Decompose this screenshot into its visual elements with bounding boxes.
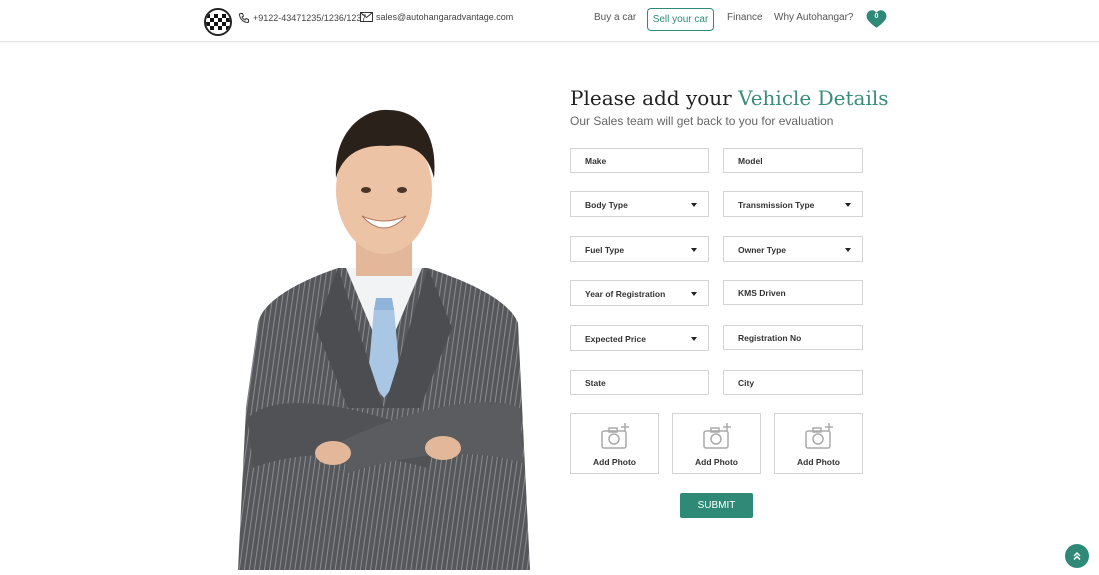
- caret-down-icon: [691, 337, 697, 341]
- email-contact[interactable]: sales@autohangaradvantage.com: [360, 12, 513, 22]
- transmission-type-label: Transmission Type: [738, 200, 815, 210]
- scroll-to-top-button[interactable]: [1065, 544, 1089, 568]
- form-title: Please add your Vehicle Details: [570, 86, 889, 110]
- registration-no-input[interactable]: Registration No: [723, 325, 863, 350]
- caret-down-icon: [845, 203, 851, 207]
- kms-driven-placeholder: KMS Driven: [738, 288, 786, 298]
- logo-icon[interactable]: [204, 8, 232, 36]
- body-type-select[interactable]: Body Type: [570, 191, 709, 217]
- caret-down-icon: [691, 248, 697, 252]
- nav-why-autohangar[interactable]: Why Autohangar?: [774, 12, 854, 23]
- add-photo-button[interactable]: Add Photo: [570, 413, 659, 474]
- make-placeholder: Make: [585, 156, 607, 166]
- add-photo-label: Add Photo: [695, 457, 738, 467]
- form-title-accent: Vehicle Details: [738, 86, 889, 110]
- transmission-type-select[interactable]: Transmission Type: [723, 191, 863, 217]
- site-header: +9122-43471235/1236/1237 sales@autohanga…: [0, 0, 1099, 42]
- expected-price-label: Expected Price: [585, 334, 646, 344]
- phone-contact[interactable]: +9122-43471235/1236/1237: [238, 12, 366, 24]
- phone-icon: [238, 12, 250, 24]
- add-photo-button[interactable]: Add Photo: [774, 413, 863, 474]
- mail-icon: [360, 12, 373, 22]
- expected-price-select[interactable]: Expected Price: [570, 325, 709, 351]
- model-input[interactable]: Model: [723, 148, 863, 173]
- owner-type-label: Owner Type: [738, 245, 787, 255]
- year-of-registration-label: Year of Registration: [585, 289, 666, 299]
- make-input[interactable]: Make: [570, 148, 709, 173]
- wishlist-count: 0: [874, 13, 879, 20]
- kms-driven-input[interactable]: KMS Driven: [723, 280, 863, 305]
- fuel-type-select[interactable]: Fuel Type: [570, 236, 709, 262]
- wishlist-button[interactable]: 0: [866, 9, 887, 29]
- phone-number: +9122-43471235/1236/1237: [253, 13, 367, 23]
- caret-down-icon: [691, 203, 697, 207]
- state-placeholder: State: [585, 378, 606, 388]
- add-photo-label: Add Photo: [797, 457, 840, 467]
- salesman-image: [238, 108, 530, 570]
- year-of-registration-select[interactable]: Year of Registration: [570, 280, 709, 306]
- nav-sell-your-car[interactable]: Sell your car: [647, 8, 714, 31]
- add-photo-label: Add Photo: [593, 457, 636, 467]
- caret-down-icon: [691, 292, 697, 296]
- chevron-up-icon: [1073, 551, 1081, 561]
- owner-type-select[interactable]: Owner Type: [723, 236, 863, 262]
- camera-add-icon: [703, 422, 733, 455]
- nav-buy-a-car[interactable]: Buy a car: [594, 12, 636, 23]
- nav-finance[interactable]: Finance: [727, 12, 763, 23]
- add-photo-button[interactable]: Add Photo: [672, 413, 761, 474]
- state-input[interactable]: State: [570, 370, 709, 395]
- camera-add-icon: [805, 422, 835, 455]
- fuel-type-label: Fuel Type: [585, 245, 625, 255]
- body-type-label: Body Type: [585, 200, 628, 210]
- submit-button[interactable]: SUBMIT: [680, 493, 753, 518]
- model-placeholder: Model: [738, 156, 763, 166]
- form-subtitle: Our Sales team will get back to you for …: [570, 114, 834, 128]
- form-title-main: Please add your: [570, 86, 739, 110]
- camera-add-icon: [601, 422, 631, 455]
- caret-down-icon: [845, 248, 851, 252]
- registration-no-placeholder: Registration No: [738, 333, 802, 343]
- email-address: sales@autohangaradvantage.com: [376, 12, 514, 22]
- city-placeholder: City: [738, 378, 755, 388]
- city-input[interactable]: City: [723, 370, 863, 395]
